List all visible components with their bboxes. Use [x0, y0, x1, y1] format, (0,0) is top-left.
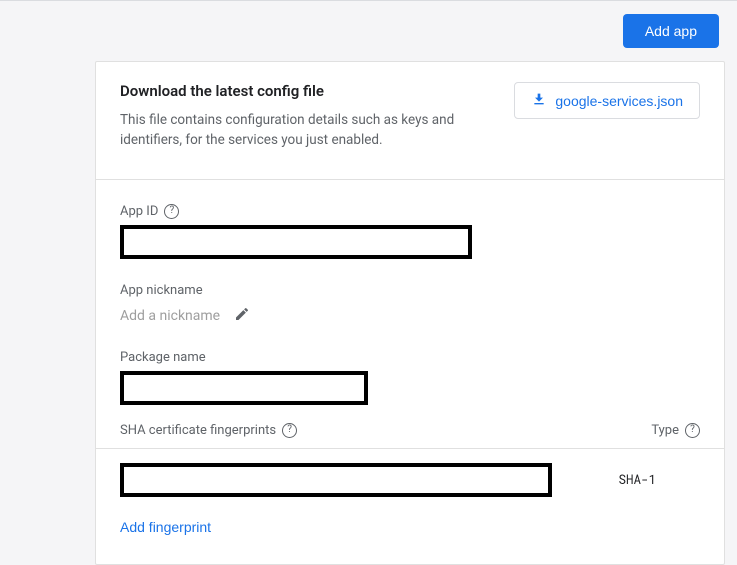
package-name-field: Package name: [120, 346, 700, 405]
add-fingerprint-button[interactable]: Add fingerprint: [120, 519, 211, 535]
config-description: This file contains configuration details…: [120, 110, 460, 151]
config-title: Download the latest config file: [120, 82, 460, 100]
app-id-field: App ID ?: [120, 200, 700, 259]
download-config-label: google-services.json: [555, 93, 683, 109]
download-config-section: Download the latest config file This fil…: [96, 62, 724, 180]
help-icon[interactable]: ?: [685, 423, 700, 438]
help-icon[interactable]: ?: [282, 423, 297, 438]
header-bar: Add app: [0, 1, 737, 61]
add-app-button[interactable]: Add app: [623, 14, 719, 48]
sha-fingerprints-label: SHA certificate fingerprints: [120, 423, 276, 438]
app-id-label: App ID: [120, 204, 158, 219]
app-nickname-field: App nickname Add a nickname: [120, 279, 700, 326]
app-nickname-label: App nickname: [120, 283, 203, 298]
package-name-value: [120, 371, 368, 405]
edit-icon[interactable]: [234, 306, 250, 326]
app-details-section: App ID ? App nickname Add a nickname Pac…: [96, 180, 724, 564]
sha-fingerprint-row: SHA-1: [120, 449, 700, 497]
sha-type-header: Type: [651, 423, 679, 438]
download-config-button[interactable]: google-services.json: [514, 82, 700, 119]
app-id-value: [120, 225, 472, 259]
sha-type-value: SHA-1: [618, 472, 700, 488]
help-icon[interactable]: ?: [164, 204, 179, 219]
app-nickname-placeholder[interactable]: Add a nickname: [120, 308, 220, 324]
sha-header-row: SHA certificate fingerprints ? Type ?: [96, 423, 724, 449]
download-icon: [531, 91, 547, 110]
sha-fingerprint-value: [120, 463, 552, 497]
package-name-label: Package name: [120, 350, 206, 365]
settings-card: Download the latest config file This fil…: [95, 61, 725, 565]
